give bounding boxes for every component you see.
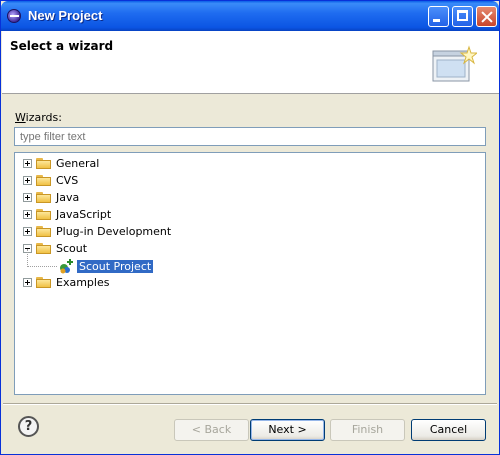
- tree-item-cvs[interactable]: CVS: [23, 172, 78, 188]
- expand-icon[interactable]: [23, 158, 32, 168]
- folder-icon: [36, 157, 52, 170]
- new-project-dialog: New Project Select a wizard Wizards: Gen…: [0, 0, 500, 455]
- folder-icon: [36, 208, 52, 221]
- cancel-button[interactable]: Cancel: [411, 419, 486, 441]
- tree-item-plugin-development[interactable]: Plug-in Development: [23, 223, 171, 239]
- folder-icon: [36, 191, 52, 204]
- tree-item-scout[interactable]: Scout: [23, 240, 87, 256]
- minimize-button[interactable]: [428, 6, 449, 27]
- wizard-banner: Select a wizard: [2, 31, 499, 94]
- scout-project-icon: [60, 259, 73, 274]
- new-wizard-banner-icon: [432, 45, 477, 82]
- tree-item-scout-project[interactable]: Scout Project: [58, 258, 155, 274]
- wizard-tree[interactable]: General CVS Java JavaScript Plug-in Deve…: [14, 152, 486, 395]
- wizard-filter-input[interactable]: [14, 127, 486, 146]
- expand-icon[interactable]: [23, 209, 32, 219]
- tree-item-general[interactable]: General: [23, 155, 99, 171]
- help-icon[interactable]: ?: [18, 416, 39, 437]
- next-button[interactable]: Next >: [250, 419, 325, 441]
- expand-icon[interactable]: [23, 226, 32, 236]
- tree-connector: [27, 266, 57, 267]
- finish-button[interactable]: Finish: [330, 419, 405, 441]
- folder-icon: [36, 276, 52, 289]
- tree-item-java[interactable]: Java: [23, 189, 79, 205]
- title-bar[interactable]: New Project: [1, 1, 499, 31]
- button-bar-separator: [3, 403, 497, 405]
- maximize-button[interactable]: [452, 6, 473, 27]
- back-button[interactable]: < Back: [174, 419, 249, 441]
- open-folder-icon: [36, 242, 52, 255]
- tree-connector: [27, 249, 28, 267]
- tree-item-javascript[interactable]: JavaScript: [23, 206, 111, 222]
- folder-icon: [36, 225, 52, 238]
- page-title: Select a wizard: [10, 39, 114, 53]
- wizards-label: Wizards:: [15, 111, 62, 124]
- expand-icon[interactable]: [23, 192, 32, 202]
- close-button[interactable]: [476, 6, 497, 27]
- expand-icon[interactable]: [23, 277, 32, 287]
- tree-item-examples[interactable]: Examples: [23, 274, 109, 290]
- folder-icon: [36, 174, 52, 187]
- window-title: New Project: [28, 8, 103, 23]
- eclipse-icon: [7, 9, 21, 23]
- expand-icon[interactable]: [23, 175, 32, 185]
